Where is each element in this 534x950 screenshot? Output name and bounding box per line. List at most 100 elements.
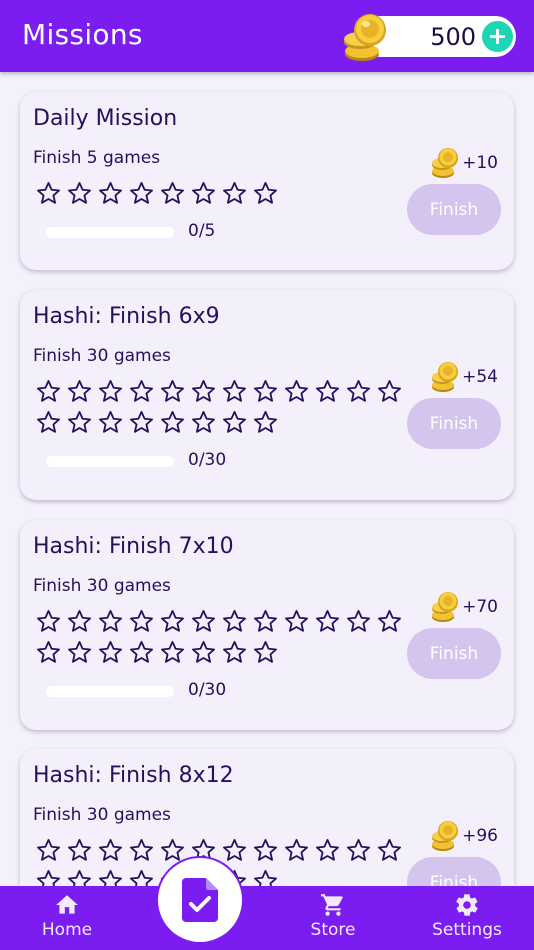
reward-amount: +10 — [462, 153, 498, 173]
star-outline-icon — [126, 606, 157, 637]
reward-amount: +70 — [462, 597, 498, 617]
mission-card: Daily Mission Finish 5 games 0/5 +10 Finish — [20, 92, 514, 270]
mission-subtitle: Finish 5 games — [33, 148, 161, 168]
star-outline-icon — [250, 407, 281, 438]
star-outline-icon — [95, 637, 126, 668]
star-outline-icon — [219, 606, 250, 637]
star-outline-icon — [312, 606, 343, 637]
cart-icon — [321, 894, 343, 916]
coin-stack-icon — [432, 592, 459, 622]
star-outline-icon — [33, 637, 64, 668]
finish-button[interactable]: Finish — [407, 628, 501, 679]
star-outline-icon — [374, 376, 405, 407]
mission-reward: +10 — [430, 146, 498, 180]
coin-stack-icon — [344, 14, 386, 61]
mission-subtitle: Finish 30 games — [33, 346, 171, 366]
star-outline-icon — [188, 407, 219, 438]
nav-settings-label: Settings — [432, 920, 502, 940]
star-outline-icon — [157, 606, 188, 637]
star-outline-icon — [33, 407, 64, 438]
star-outline-icon — [250, 835, 281, 866]
mission-card: Hashi: Finish 6x9 Finish 30 games 0/30 +54 F… — [20, 290, 514, 500]
mission-card: Hashi: Finish 8x12Finish 30 games0/30+96… — [20, 749, 514, 886]
star-outline-icon — [126, 866, 157, 886]
star-outline-icon — [188, 637, 219, 668]
star-outline-icon — [95, 835, 126, 866]
star-outline-icon — [250, 866, 281, 886]
mission-title: Hashi: Finish 7x10 — [33, 534, 234, 559]
mission-progress-bar — [46, 686, 174, 697]
nav-store-label: Store — [310, 920, 356, 940]
home-icon — [56, 895, 78, 914]
star-outline-icon — [64, 376, 95, 407]
nav-home[interactable]: Home — [12, 892, 122, 940]
star-outline-icon — [33, 866, 64, 886]
task-document-icon — [182, 878, 218, 922]
reward-amount: +54 — [462, 367, 498, 387]
nav-home-label: Home — [41, 920, 93, 940]
star-outline-icon — [64, 835, 95, 866]
reward-amount: +96 — [462, 826, 498, 846]
nav-missions-button[interactable] — [156, 856, 244, 944]
mission-title: Hashi: Finish 6x9 — [33, 304, 220, 329]
mission-title: Hashi: Finish 8x12 — [33, 763, 234, 788]
star-outline-icon — [219, 637, 250, 668]
star-outline-icon — [343, 606, 374, 637]
star-outline-icon — [157, 376, 188, 407]
star-outline-icon — [95, 376, 126, 407]
bottom-navigation: Home Store Settings — [0, 886, 534, 950]
star-outline-icon — [374, 606, 405, 637]
finish-button[interactable]: Finish — [407, 857, 501, 886]
nav-store[interactable]: Store — [278, 892, 388, 940]
star-rating — [33, 178, 413, 209]
mission-reward: +70 — [430, 590, 498, 624]
star-rating — [33, 606, 413, 668]
star-outline-icon — [250, 178, 281, 209]
star-outline-icon — [126, 407, 157, 438]
star-outline-icon — [219, 835, 250, 866]
missions-list[interactable]: Daily Mission Finish 5 games 0/5 +10 Finish H… — [0, 72, 534, 886]
mission-progress-bar — [46, 456, 174, 467]
star-outline-icon — [188, 178, 219, 209]
mission-progress-text: 0/30 — [188, 450, 227, 470]
star-outline-icon — [64, 637, 95, 668]
finish-button[interactable]: Finish — [407, 184, 501, 235]
page-title: Missions — [22, 18, 143, 51]
app-header: Missions 500 — [0, 0, 534, 72]
mission-reward: +96 — [430, 819, 498, 853]
mission-progress-bar — [46, 227, 174, 238]
star-outline-icon — [126, 376, 157, 407]
mission-progress-text: 0/5 — [188, 221, 216, 241]
star-outline-icon — [64, 866, 95, 886]
star-outline-icon — [343, 376, 374, 407]
coin-stack-icon — [432, 821, 459, 851]
star-outline-icon — [157, 407, 188, 438]
mission-reward: +54 — [430, 360, 498, 394]
mission-subtitle: Finish 30 games — [33, 805, 171, 825]
star-outline-icon — [188, 606, 219, 637]
star-outline-icon — [95, 606, 126, 637]
star-outline-icon — [250, 637, 281, 668]
star-outline-icon — [126, 178, 157, 209]
nav-settings[interactable]: Settings — [412, 892, 522, 940]
coin-count: 500 — [430, 23, 476, 51]
star-outline-icon — [281, 606, 312, 637]
finish-button[interactable]: Finish — [407, 398, 501, 449]
star-outline-icon — [250, 376, 281, 407]
mission-subtitle: Finish 30 games — [33, 576, 171, 596]
star-outline-icon — [95, 178, 126, 209]
star-outline-icon — [126, 835, 157, 866]
mission-card: Hashi: Finish 7x10 Finish 30 games 0/30 +70… — [20, 520, 514, 730]
gear-icon — [456, 894, 478, 916]
star-rating — [33, 376, 413, 438]
star-outline-icon — [95, 407, 126, 438]
star-outline-icon — [64, 606, 95, 637]
star-outline-icon — [219, 178, 250, 209]
star-outline-icon — [374, 835, 405, 866]
star-outline-icon — [33, 835, 64, 866]
add-coins-button[interactable] — [482, 21, 513, 52]
star-outline-icon — [312, 835, 343, 866]
mission-progress-text: 0/30 — [188, 680, 227, 700]
star-outline-icon — [157, 637, 188, 668]
coin-stack-icon — [432, 362, 459, 392]
